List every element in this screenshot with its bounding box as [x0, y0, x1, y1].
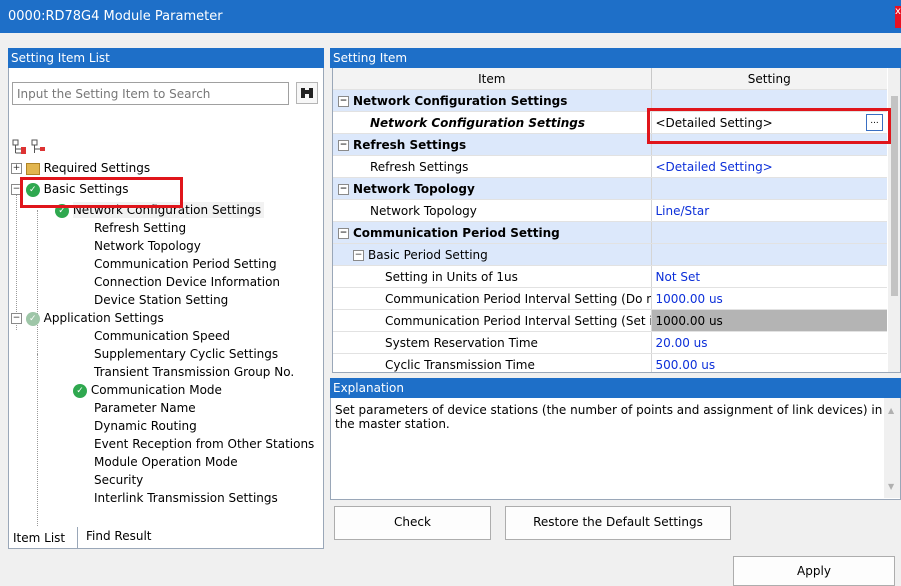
table-row[interactable]: Setting in Units of 1us Not Set	[333, 265, 887, 288]
tree-label: Required Settings	[43, 161, 151, 175]
explanation-panel: Explanation Set parameters of device sta…	[330, 378, 901, 500]
explanation-text: Set parameters of device stations (the n…	[335, 403, 883, 431]
explanation-scrollbar[interactable]: ▲ ▼	[884, 398, 900, 498]
table-row[interactable]: − Network Topology	[333, 177, 887, 200]
highlight-detailed-setting	[647, 108, 891, 144]
tree-item-parameter-name[interactable]: Parameter Name	[94, 400, 196, 416]
expand-icon[interactable]: +	[11, 163, 22, 174]
apply-button[interactable]: Apply	[733, 556, 895, 586]
setting-item-header: Setting Item	[330, 48, 901, 68]
setting-grid: Item Setting − Network Configuration Sett…	[332, 68, 901, 373]
collapse-all-icon[interactable]	[31, 139, 47, 155]
tree-item-connection-device[interactable]: Connection Device Information	[94, 274, 280, 290]
close-button[interactable]: x	[895, 6, 901, 28]
tab-item-list[interactable]: Item List	[8, 527, 78, 549]
settings-tree: + Required Settings − ✓ Basic Settings ✓…	[9, 161, 325, 532]
tree-item-communication-mode[interactable]: ✓ Communication Mode	[73, 382, 222, 398]
collapse-icon[interactable]: −	[11, 313, 22, 324]
table-row[interactable]: Network Topology Line/Star	[333, 199, 887, 222]
search-button[interactable]	[296, 82, 318, 104]
tree-item-device-station[interactable]: Device Station Setting	[94, 292, 228, 308]
search-input[interactable]: Input the Setting Item to Search	[12, 82, 289, 105]
tree-item-communication-period[interactable]: Communication Period Setting	[94, 256, 277, 272]
expand-all-icon[interactable]	[12, 139, 28, 155]
table-row[interactable]: − Communication Period Setting	[333, 221, 887, 244]
scroll-down-icon[interactable]: ▼	[888, 482, 894, 491]
check-icon: ✓	[73, 383, 87, 398]
setting-item-panel: Setting Item Item Setting − Network Confi…	[330, 48, 901, 373]
tree-item-required-settings[interactable]: + Required Settings	[11, 160, 150, 176]
tree-label: Application Settings	[43, 311, 164, 325]
check-icon: ✓	[25, 311, 40, 326]
check-button[interactable]: Check	[334, 506, 491, 540]
table-row[interactable]: Refresh Settings <Detailed Setting>	[333, 155, 887, 178]
tree-item-application-settings[interactable]: − ✓ Application Settings	[11, 310, 164, 326]
column-header-setting: Setting	[650, 68, 887, 90]
tree-item-dynamic-routing[interactable]: Dynamic Routing	[94, 418, 197, 434]
tree-item-event-reception[interactable]: Event Reception from Other Stations	[94, 436, 314, 452]
table-row[interactable]: − Basic Period Setting	[333, 243, 887, 266]
folder-icon	[25, 162, 40, 175]
setting-item-list-panel: Setting Item List Input the Setting Item…	[8, 48, 324, 549]
binoculars-icon	[301, 88, 313, 98]
tree-item-network-topology[interactable]: Network Topology	[94, 238, 201, 254]
scroll-up-icon[interactable]: ▲	[888, 406, 894, 415]
title-bar: 0000:RD78G4 Module Parameter x	[0, 0, 901, 33]
window-title: 0000:RD78G4 Module Parameter	[8, 9, 223, 24]
table-row[interactable]: System Reservation Time 20.00 us	[333, 331, 887, 354]
tree-item-interlink[interactable]: Interlink Transmission Settings	[94, 490, 278, 506]
tree-item-supplementary-cyclic[interactable]: Supplementary Cyclic Settings	[94, 346, 278, 362]
table-row[interactable]: Cyclic Transmission Time 500.00 us	[333, 353, 887, 372]
setting-item-list-header: Setting Item List	[8, 48, 324, 68]
restore-defaults-button[interactable]: Restore the Default Settings	[505, 506, 731, 540]
grid-scroll-thumb[interactable]	[891, 96, 898, 296]
tree-item-transient-group[interactable]: Transient Transmission Group No.	[94, 364, 294, 380]
explanation-body: Set parameters of device stations (the n…	[330, 398, 901, 500]
tree-item-module-operation[interactable]: Module Operation Mode	[94, 454, 238, 470]
table-row[interactable]: Communication Period Interval Setting (S…	[333, 309, 887, 332]
highlight-basic-settings	[20, 177, 183, 208]
tree-item-security[interactable]: Security	[94, 472, 143, 488]
explanation-header: Explanation	[330, 378, 901, 398]
setting-item-list-body: Input the Setting Item to Search + Requi…	[8, 68, 324, 549]
table-row[interactable]: Communication Period Interval Setting (D…	[333, 287, 887, 310]
tree-item-communication-speed[interactable]: Communication Speed	[94, 328, 230, 344]
tab-find-result[interactable]: Find Result	[80, 527, 162, 547]
column-header-item: Item	[333, 68, 651, 90]
search-placeholder: Input the Setting Item to Search	[17, 87, 211, 101]
tree-item-refresh-setting[interactable]: Refresh Setting	[94, 220, 186, 236]
grid-header-row: Item Setting	[333, 68, 887, 90]
